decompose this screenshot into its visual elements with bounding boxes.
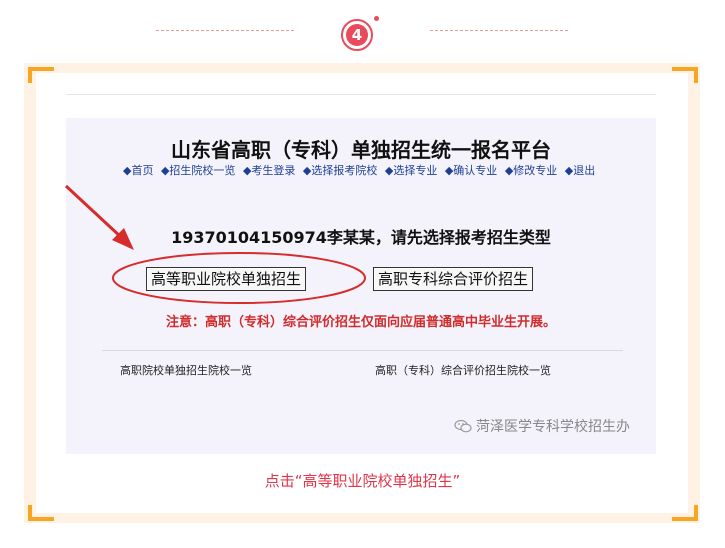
highlight-ellipse <box>112 252 366 304</box>
annotation-layer <box>64 184 366 304</box>
pointer-arrow-shaft <box>64 184 124 240</box>
caption: 点击“高等职业院校单独招生” <box>264 472 461 490</box>
